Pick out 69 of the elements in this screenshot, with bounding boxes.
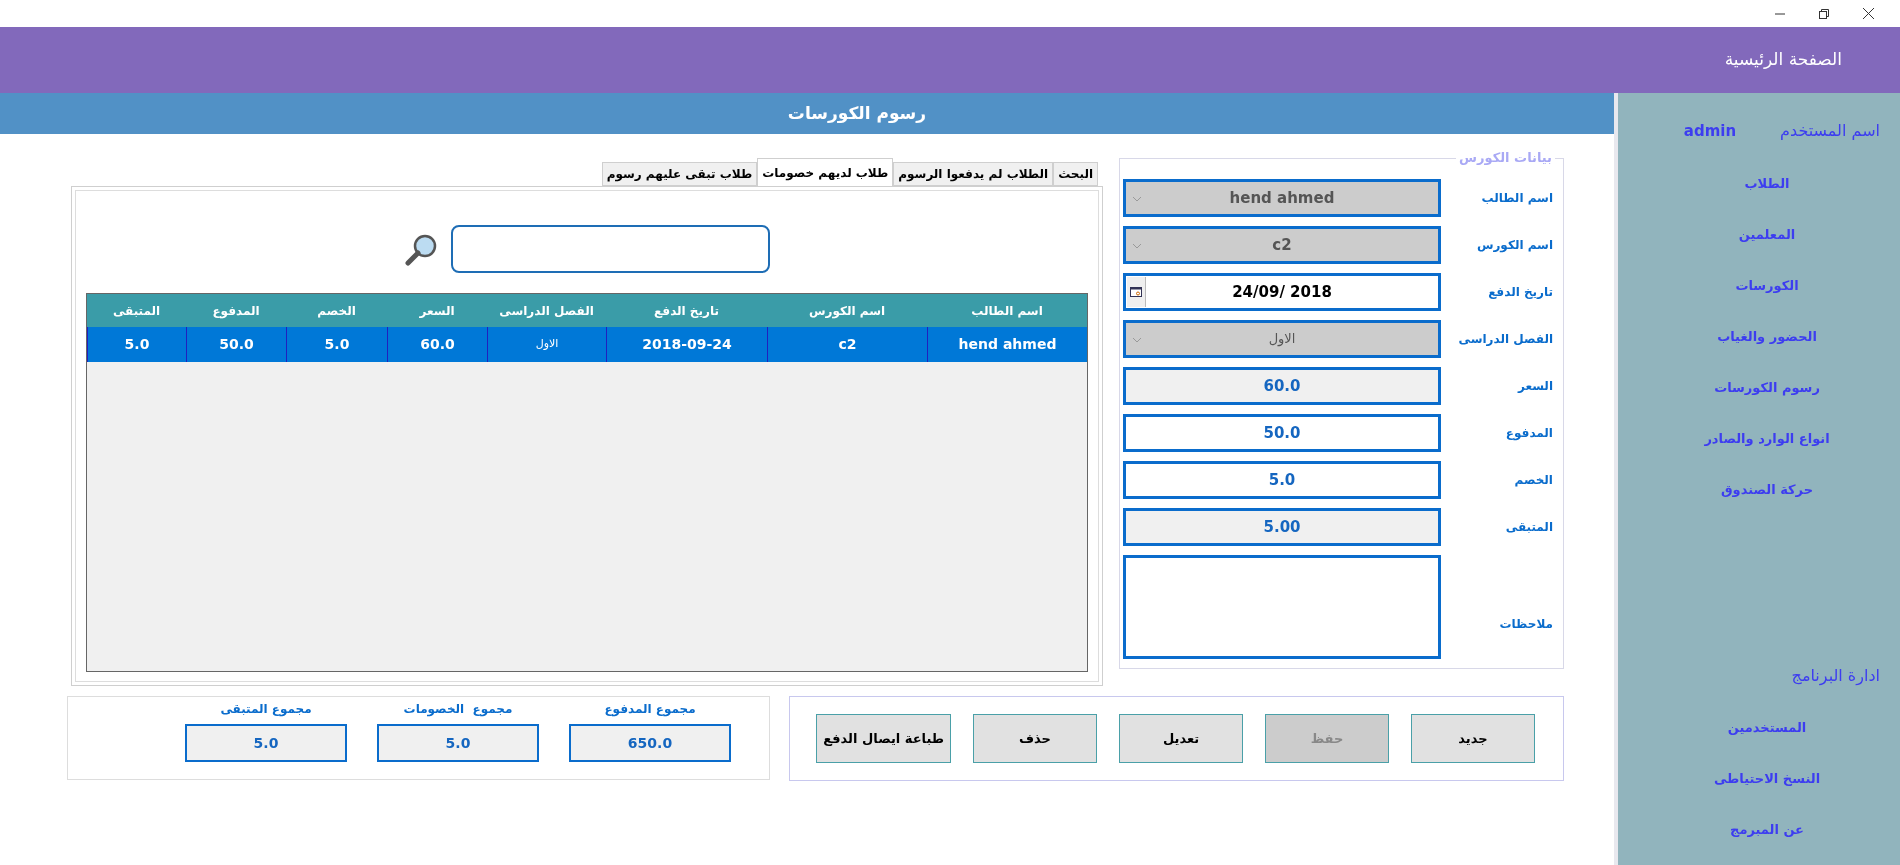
table-cell: 50.0 (186, 327, 286, 362)
total-label: مجموع المتبقى (220, 701, 312, 718)
column-header[interactable]: الخصم (286, 294, 387, 327)
action-button[interactable]: تعديل (1119, 714, 1243, 763)
total-field: 5.0 (377, 724, 539, 762)
field-label: اسم الطالب (1480, 190, 1553, 207)
notes-field[interactable] (1123, 555, 1441, 659)
calendar-button[interactable] (1127, 277, 1146, 307)
sidebar-link[interactable]: حركة الصندوق (1720, 480, 1814, 500)
sidebar-link[interactable]: المستخدمين (1727, 718, 1807, 738)
sidebar-link[interactable]: الكورسات (1735, 276, 1799, 296)
sidebar-link[interactable]: النسخ الاحتياطى (1713, 769, 1821, 789)
user-name: admin (1683, 120, 1737, 142)
total-field: 5.0 (185, 724, 347, 762)
sidebar-link[interactable]: عن المبرمج (1730, 820, 1804, 840)
column-header[interactable]: الفصل الدراسى (487, 294, 606, 327)
field-label: المتبقى (1504, 519, 1553, 536)
text-field[interactable]: 5.0 (1123, 461, 1441, 499)
text-field[interactable]: 50.0 (1123, 414, 1441, 452)
search-field[interactable] (450, 225, 770, 273)
total-field: 650.0 (569, 724, 731, 762)
chevron-down-icon (1132, 337, 1142, 343)
tab[interactable]: طلاب تبقى عليهم رسوم (601, 162, 758, 186)
sidebar-link[interactable]: رسوم الكورسات (1714, 378, 1820, 398)
field-label: الخصم (1513, 472, 1553, 489)
section-heading: ادارة البرنامج (1790, 665, 1881, 688)
table-cell: الاول (487, 327, 606, 362)
minimize-icon[interactable] (1775, 12, 1785, 15)
column-header[interactable]: السعر (387, 294, 487, 327)
tab[interactable]: طلاب لديهم خصومات (757, 158, 894, 186)
calendar-icon (1130, 287, 1142, 297)
sidebar-link[interactable]: الحضور والغياب (1717, 327, 1817, 347)
field-label: الفصل الدراسى (1457, 331, 1553, 348)
field-label: المدفوع (1504, 425, 1553, 442)
search-icon[interactable] (404, 232, 439, 266)
column-header[interactable]: المتبقى (87, 294, 186, 327)
sidebar-link[interactable]: انواع الوارد والصادر (1704, 429, 1830, 449)
chevron-down-icon (1132, 243, 1142, 249)
action-button[interactable]: طباعة ايصال الدفع (816, 714, 951, 763)
page-title: رسوم الكورسات (787, 101, 927, 125)
user-label: اسم المستخدم (1780, 120, 1880, 142)
column-header[interactable]: تاريخ الدفع (606, 294, 767, 327)
field-label: تاريخ الدفع (1487, 284, 1553, 301)
sidebar-link[interactable]: المعلمين (1738, 225, 1796, 245)
total-label: مجموع المدفوع (604, 701, 696, 718)
tab[interactable]: الطلاب لم يدفعوا الرسوم (893, 162, 1054, 186)
tab[interactable]: البحث (1053, 162, 1098, 186)
close-icon[interactable] (1863, 8, 1874, 19)
column-header[interactable]: المدفوع (186, 294, 286, 327)
field-label: ملاحظات (1498, 616, 1553, 633)
table-cell: 5.0 (286, 327, 387, 362)
field-label: اسم الكورس (1475, 237, 1553, 254)
column-header[interactable]: اسم الطالب (927, 294, 1087, 327)
sidebar-link[interactable]: الطلاب (1744, 174, 1790, 194)
table-cell: 2018-09-24 (606, 327, 767, 362)
restore-icon[interactable] (1819, 8, 1829, 19)
table-cell: hend ahmed (927, 327, 1087, 362)
field-label: السعر (1516, 378, 1553, 395)
column-header[interactable]: اسم الكورس (767, 294, 927, 327)
action-button[interactable]: جديد (1411, 714, 1535, 763)
date-field[interactable]: 24/09/ 2018 (1123, 273, 1441, 311)
table-cell: 5.0 (87, 327, 186, 362)
chevron-down-icon (1132, 196, 1142, 202)
table-cell: 60.0 (387, 327, 487, 362)
action-button[interactable]: حذف (973, 714, 1097, 763)
header-title[interactable]: الصفحة الرئيسية (1724, 47, 1842, 73)
table-cell: c2 (767, 327, 927, 362)
group-legend: بيانات الكورس (1456, 150, 1555, 166)
total-label: مجموع الخصومات (403, 701, 513, 718)
